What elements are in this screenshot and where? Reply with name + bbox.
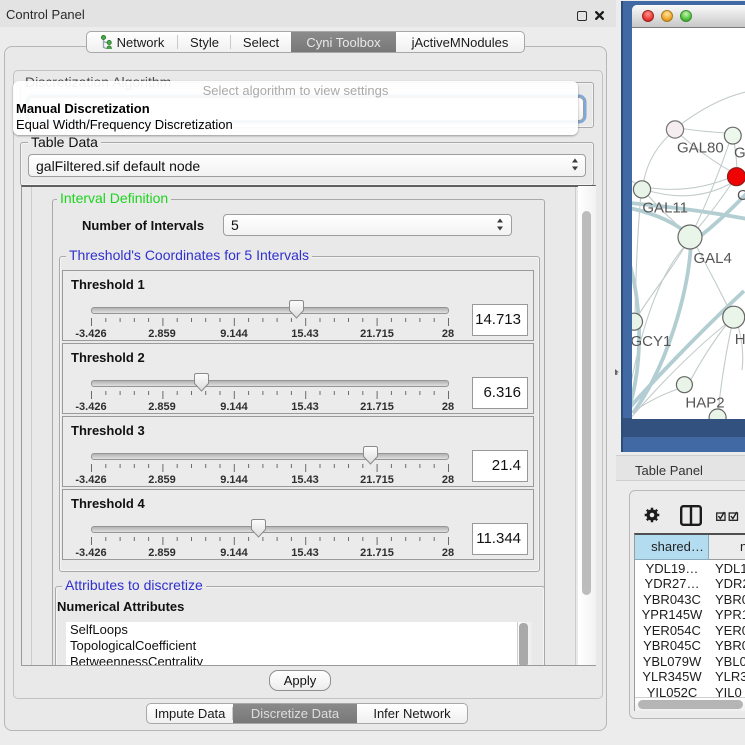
svg-text:CY: CY xyxy=(737,187,745,204)
svg-text:HA: HA xyxy=(735,331,745,348)
svg-text:GAL80: GAL80 xyxy=(677,140,724,157)
svg-text:HAP2: HAP2 xyxy=(685,395,724,412)
svg-text:GAL4: GAL4 xyxy=(694,250,732,267)
svg-text:GCY1: GCY1 xyxy=(632,333,671,350)
svg-text:GA: GA xyxy=(734,145,745,162)
svg-text:GAL11: GAL11 xyxy=(642,200,688,217)
